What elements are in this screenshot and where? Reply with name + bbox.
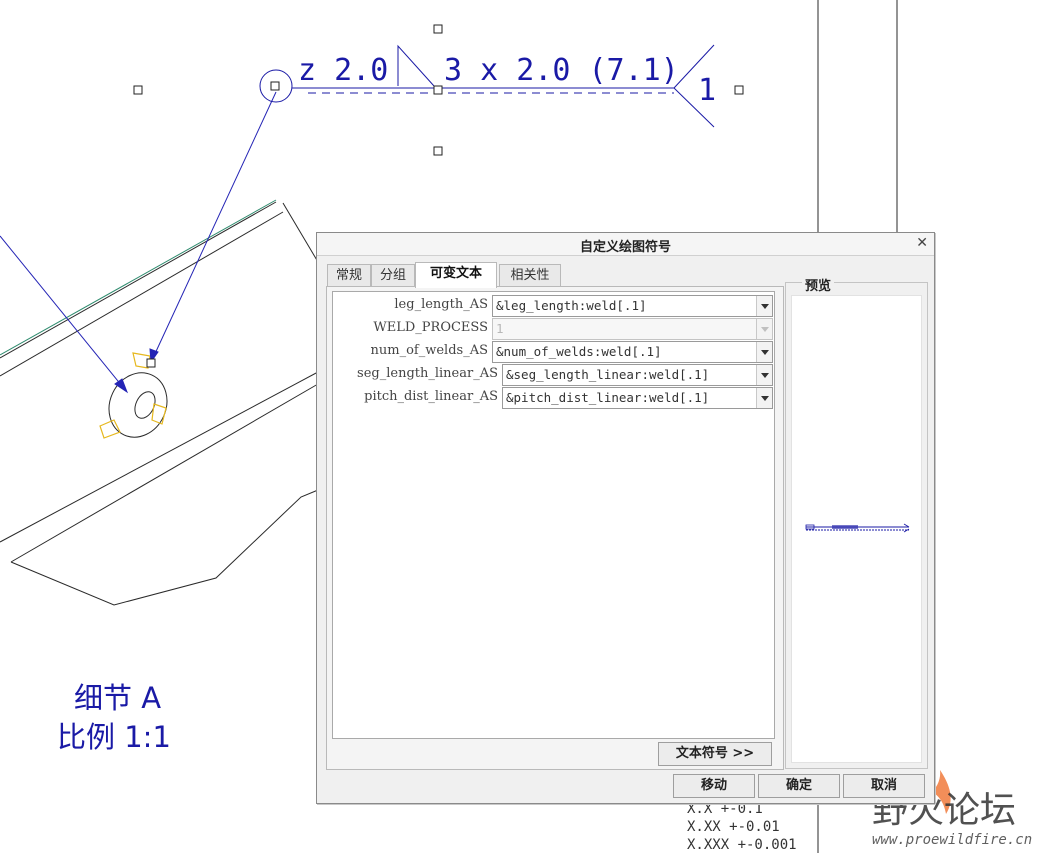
preview-label: 预览 (802, 275, 835, 294)
variable-value-combo: 1 (492, 318, 773, 340)
move-button[interactable]: 移动 (673, 774, 755, 798)
ok-button[interactable]: 确定 (758, 774, 840, 798)
variable-value: &seg_length_linear:weld[.1] (506, 367, 710, 382)
variable-text-panel: leg_length_AS &leg_length:weld[.1] WELD_… (326, 286, 784, 770)
variable-row: seg_length_linear_AS &seg_length_linear:… (333, 364, 774, 386)
variable-list: leg_length_AS &leg_length:weld[.1] WELD_… (332, 291, 775, 739)
watermark-url: www.proewildfire.cn (872, 832, 1032, 848)
variable-value-combo[interactable]: &leg_length:weld[.1] (492, 295, 773, 317)
detail-title: 细节 A (74, 681, 161, 715)
part-geometry (0, 201, 319, 606)
variable-row: num_of_welds_AS &num_of_welds:weld[.1] (333, 341, 774, 363)
weld-symbol[interactable]: z 2.0 3 x 2.0 (7.1) 1 (259, 44, 716, 128)
chevron-down-icon[interactable] (756, 296, 772, 316)
weld-right-text: 3 x 2.0 (7.1) (444, 53, 679, 88)
chevron-down-icon[interactable] (756, 365, 772, 385)
weld-feature (99, 352, 168, 439)
variable-value: &num_of_welds:weld[.1] (496, 344, 662, 359)
cancel-button[interactable]: 取消 (843, 774, 925, 798)
weld-tail-text: 1 (698, 73, 716, 108)
tab-grouping[interactable]: 分组 (371, 264, 415, 287)
variable-label: pitch_dist_linear_AS (364, 389, 498, 404)
scale-label: 比例 1:1 (57, 720, 171, 754)
chevron-down-icon[interactable] (756, 388, 772, 408)
tolerance-row: X.XX +-0.01 (687, 819, 780, 835)
tolerance-row: X.XXX +-0.001 (687, 837, 797, 853)
chevron-down-icon[interactable] (756, 342, 772, 362)
text-symbol-button[interactable]: 文本符号 >> (658, 742, 772, 766)
variable-value-combo[interactable]: &pitch_dist_linear:weld[.1] (502, 387, 773, 409)
variable-label: leg_length_AS (394, 297, 488, 312)
dialog-title: 自定义绘图符号 (579, 240, 671, 255)
leader-lines (0, 91, 277, 394)
variable-label: WELD_PROCESS (373, 320, 488, 335)
green-edge (0, 199, 277, 356)
preview-symbol (805, 523, 910, 533)
variable-value: &leg_length:weld[.1] (496, 298, 647, 313)
variable-value: 1 (496, 321, 504, 336)
close-icon[interactable]: ✕ (916, 235, 928, 251)
variable-value-combo[interactable]: &num_of_welds:weld[.1] (492, 341, 773, 363)
variable-label: num_of_welds_AS (370, 343, 488, 358)
variable-row: WELD_PROCESS 1 (333, 318, 774, 340)
variable-value-combo[interactable]: &seg_length_linear:weld[.1] (502, 364, 773, 386)
tab-dependency[interactable]: 相关性 (499, 264, 561, 287)
weld-left-text: z 2.0 (298, 53, 388, 88)
preview-area (791, 295, 922, 763)
dialog-title-bar[interactable]: 自定义绘图符号 ✕ (317, 233, 934, 256)
variable-row: pitch_dist_linear_AS &pitch_dist_linear:… (333, 387, 774, 409)
tab-variable-text[interactable]: 可变文本 (415, 262, 497, 288)
variable-row: leg_length_AS &leg_length:weld[.1] (333, 295, 774, 317)
variable-label: seg_length_linear_AS (357, 366, 498, 381)
tab-general[interactable]: 常规 (327, 264, 371, 287)
custom-drawing-symbol-dialog: 自定义绘图符号 ✕ 常规 分组 可变文本 相关性 leg_length_AS &… (316, 232, 935, 804)
chevron-down-icon (756, 319, 772, 339)
variable-value: &pitch_dist_linear:weld[.1] (506, 390, 710, 405)
preview-group: 预览 (785, 275, 928, 769)
